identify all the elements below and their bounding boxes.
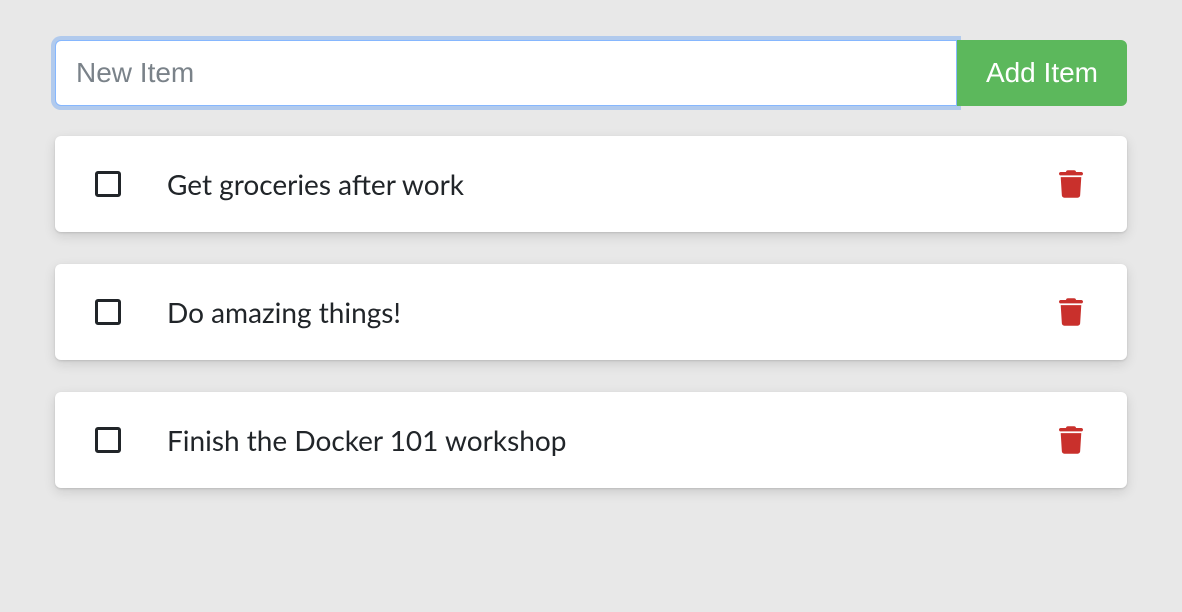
delete-button[interactable] bbox=[1055, 294, 1087, 330]
add-item-row: Add Item bbox=[55, 40, 1127, 106]
trash-icon bbox=[1059, 298, 1083, 326]
delete-button[interactable] bbox=[1055, 422, 1087, 458]
item-text: Do amazing things! bbox=[167, 295, 1055, 329]
item-text: Get groceries after work bbox=[167, 167, 1055, 201]
list-item: Finish the Docker 101 workshop bbox=[55, 392, 1127, 488]
trash-icon bbox=[1059, 426, 1083, 454]
list-item: Do amazing things! bbox=[55, 264, 1127, 360]
trash-icon bbox=[1059, 170, 1083, 198]
item-checkbox[interactable] bbox=[95, 299, 121, 325]
new-item-input[interactable] bbox=[55, 40, 957, 106]
delete-button[interactable] bbox=[1055, 166, 1087, 202]
list-item: Get groceries after work bbox=[55, 136, 1127, 232]
item-checkbox[interactable] bbox=[95, 427, 121, 453]
todo-list: Get groceries after work Do amazing thin… bbox=[55, 136, 1127, 488]
add-item-button[interactable]: Add Item bbox=[957, 40, 1127, 106]
item-text: Finish the Docker 101 workshop bbox=[167, 423, 1055, 457]
item-checkbox[interactable] bbox=[95, 171, 121, 197]
